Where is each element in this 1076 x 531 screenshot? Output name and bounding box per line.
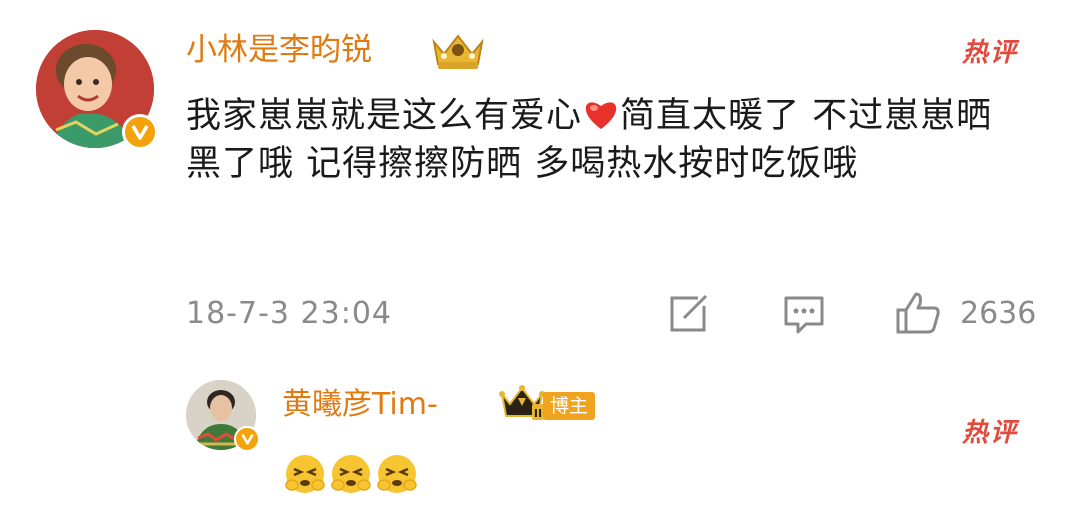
reply-avatar[interactable] — [186, 380, 260, 452]
crown-icon: II — [498, 384, 546, 428]
crown-icon — [428, 30, 488, 76]
comment-text-part1: 我家崽崽就是这么有爱心 — [186, 96, 583, 136]
commenter-username-text[interactable]: 小林是李昀锐 — [186, 32, 372, 68]
hot-comment-label: 热评 — [962, 38, 1019, 68]
blogger-badge: 博主 — [543, 392, 596, 420]
commenter-avatar[interactable] — [36, 30, 158, 150]
comment-icon[interactable] — [782, 294, 826, 340]
commenter-username[interactable]: 小林是李昀锐 — [186, 30, 372, 70]
squinting-face-emoji — [330, 453, 372, 495]
verified-v-icon — [234, 426, 260, 452]
verified-v-icon — [122, 114, 158, 150]
thumbs-up-icon[interactable] — [894, 290, 942, 340]
comment-timestamp: 18-7-3 23:04 — [186, 296, 392, 331]
comment-thread: 小林是李昀锐 热评 我家崽崽就是这么有爱心 简直太暖了 不过崽崽晒黑了哦 记得擦擦… — [0, 0, 1076, 531]
reply-username[interactable]: 黄曦彦Tim- — [282, 385, 438, 425]
squinting-face-emoji — [376, 453, 418, 495]
comment-text: 我家崽崽就是这么有爱心 简直太暖了 不过崽崽晒黑了哦 记得擦擦防晒 多喝热水按时吃… — [186, 92, 1026, 188]
squinting-face-emoji — [284, 453, 326, 495]
heart-icon — [582, 96, 620, 130]
svg-text:II: II — [534, 407, 542, 420]
reply-username-text[interactable]: 黄曦彦Tim- — [282, 387, 438, 422]
share-icon[interactable] — [668, 294, 710, 338]
like-count: 2636 — [960, 296, 1037, 331]
reply-hot-comment-label: 热评 — [962, 418, 1019, 448]
